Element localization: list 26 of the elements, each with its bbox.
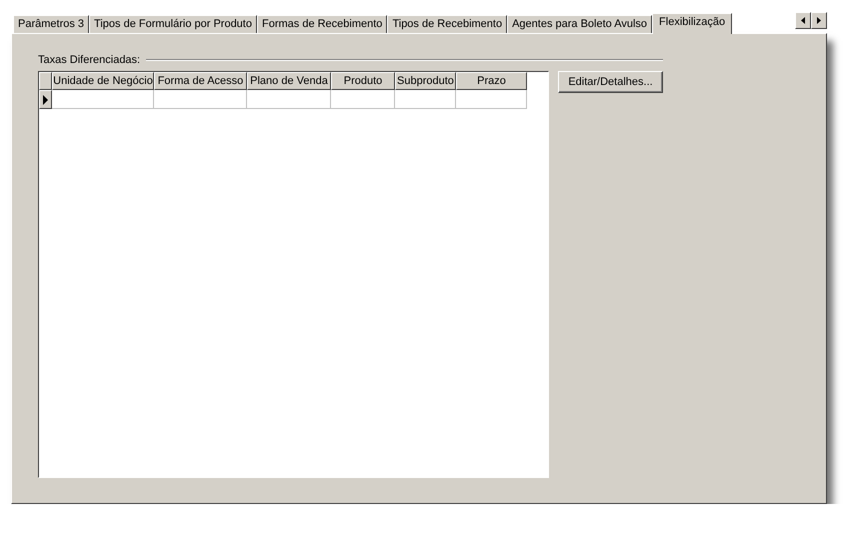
tab[interactable]: Tipos de Formulário por Produto [89,15,257,33]
column-header[interactable]: Forma de Acesso [154,72,247,90]
table-cell[interactable] [52,90,154,109]
column-header[interactable]: Unidade de Negócio [52,72,154,90]
edit-details-button[interactable]: Editar/Detalhes... [558,71,663,93]
table-cell[interactable] [247,90,331,109]
table-cell[interactable] [331,90,395,109]
column-header[interactable]: Prazo [456,72,527,90]
scroll-left-button[interactable] [795,12,811,29]
current-row-icon [43,94,48,104]
scroll-right-button[interactable] [811,12,827,29]
table-cell[interactable] [456,90,527,109]
row-indicator[interactable] [39,90,52,109]
tab[interactable]: Formas de Recebimento [256,15,388,33]
tab[interactable]: Agentes para Boleto Avulso [507,15,652,33]
table-cell[interactable] [154,90,247,109]
tab[interactable]: Parâmetros 3 [13,15,90,33]
column-header[interactable]: Plano de Venda [247,72,331,90]
tab[interactable]: Flexibilização [652,13,732,34]
column-header[interactable]: Subproduto [395,72,456,90]
group-label: Taxas Diferenciadas: [38,54,140,66]
column-header[interactable]: Produto [331,72,395,90]
table-cell[interactable] [395,90,456,109]
tab[interactable]: Tipos de Recebimento [387,15,508,33]
left-arrow-icon [801,17,805,24]
right-arrow-icon [817,17,821,24]
